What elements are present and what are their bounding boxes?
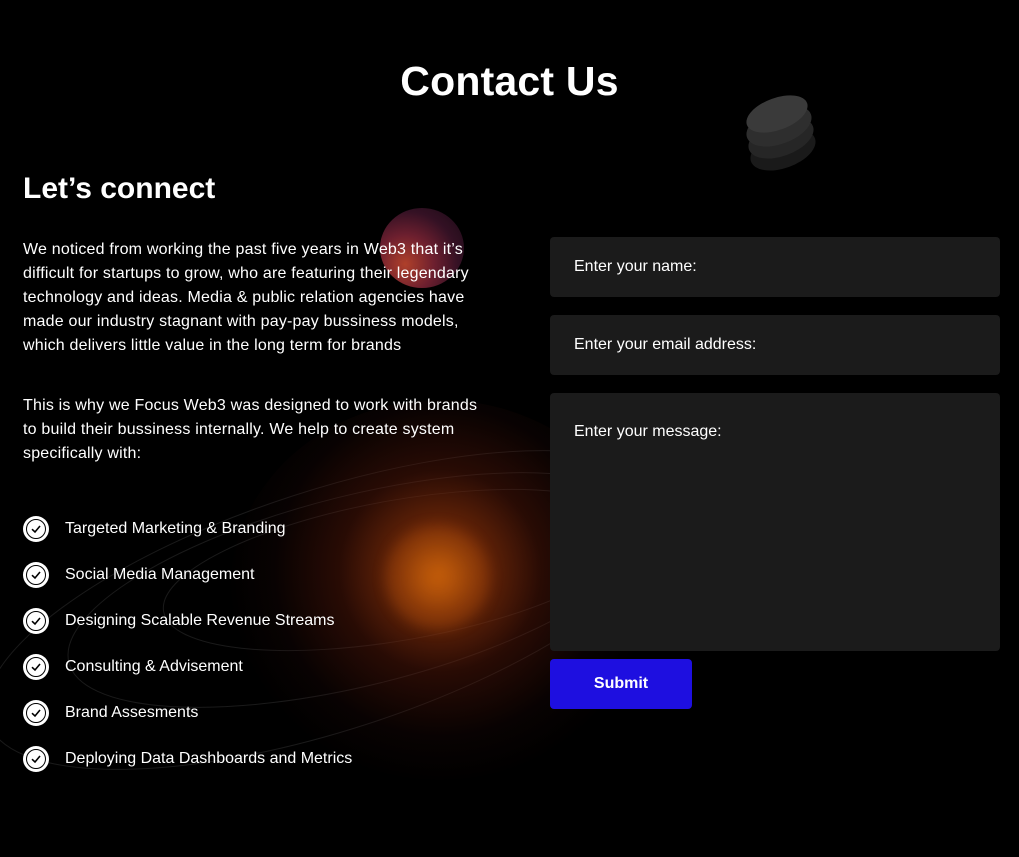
service-item: Targeted Marketing & Branding [23, 506, 352, 552]
service-item: Deploying Data Dashboards and Metrics [23, 736, 352, 782]
orange-glow-core [385, 525, 490, 630]
service-label: Consulting & Advisement [65, 658, 243, 675]
check-circle-icon [23, 562, 49, 588]
check-circle-icon [23, 746, 49, 772]
check-circle-icon [23, 516, 49, 542]
services-list: Targeted Marketing & Branding Social Med… [23, 506, 352, 782]
service-label: Social Media Management [65, 566, 255, 583]
check-circle-icon [23, 700, 49, 726]
email-field[interactable] [550, 315, 1000, 375]
submit-button[interactable]: Submit [550, 659, 692, 709]
name-field[interactable] [550, 237, 1000, 297]
check-circle-icon [23, 654, 49, 680]
intro-paragraph-2: This is why we Focus Web3 was designed t… [23, 397, 478, 462]
intro-paragraph: We noticed from working the past five ye… [23, 241, 469, 354]
page-title: Contact Us [400, 58, 619, 104]
service-label: Targeted Marketing & Branding [65, 520, 286, 537]
service-label: Designing Scalable Revenue Streams [65, 612, 335, 629]
service-item: Consulting & Advisement [23, 644, 352, 690]
check-circle-icon [23, 608, 49, 634]
service-item: Designing Scalable Revenue Streams [23, 598, 352, 644]
service-label: Brand Assesments [65, 704, 199, 721]
service-label: Deploying Data Dashboards and Metrics [65, 750, 353, 767]
message-field[interactable] [550, 393, 1000, 651]
service-item: Social Media Management [23, 552, 352, 598]
section-heading: Let’s connect [23, 172, 216, 205]
service-item: Brand Assesments [23, 690, 352, 736]
